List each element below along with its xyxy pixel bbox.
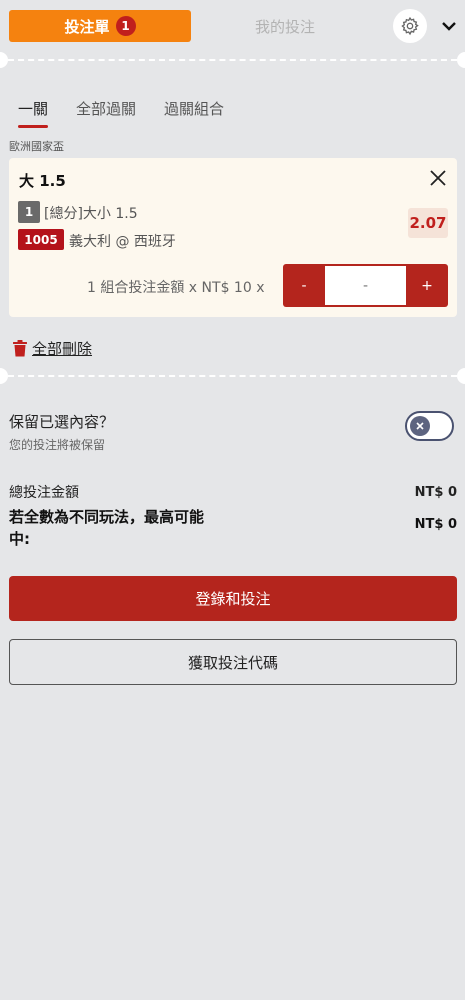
league-name: 歐洲國家盃 <box>9 140 64 153</box>
match-label: 義大利 @ 西班牙 <box>69 234 176 250</box>
betslip-count-badge: 1 <box>115 16 136 36</box>
max-win-value: NT$ 0 <box>414 517 457 532</box>
odds-badge: 2.07 <box>408 208 448 238</box>
match-number-badge: 1005 <box>18 229 64 250</box>
close-icon <box>416 422 424 430</box>
chevron-down-icon <box>442 22 456 31</box>
total-stake-row: 總投注金額 NT$ 0 <box>9 482 457 504</box>
market-number-badge: 1 <box>18 201 40 223</box>
tab-parlay-combo[interactable]: 過關組合 <box>164 98 224 126</box>
collapse-button[interactable] <box>437 14 461 38</box>
bet-card: 大 1.5 1 [總分]大小 1.5 1005 義大利 @ 西班牙 2.07 1… <box>9 158 457 317</box>
tab-all-parlay[interactable]: 全部過關 <box>76 98 136 126</box>
top-bar: 投注單 1 我的投注 <box>0 0 465 52</box>
selection-prefix: 大 <box>19 172 35 190</box>
close-icon <box>430 170 446 186</box>
dashed-divider <box>0 368 465 384</box>
delete-all-button[interactable]: 全部刪除 <box>12 337 92 359</box>
trash-icon <box>13 339 27 356</box>
stake-input[interactable] <box>325 266 406 305</box>
dashed-divider <box>0 52 465 68</box>
total-stake-value: NT$ 0 <box>414 485 457 500</box>
toggle-knob <box>410 416 430 436</box>
total-stake-label: 總投注金額 <box>9 485 79 501</box>
max-win-label: 若全數為不同玩法，最高可能中: <box>9 508 205 548</box>
selection-title: 大 1.5 <box>19 170 66 191</box>
keep-selections-toggle[interactable] <box>405 411 454 441</box>
bet-type-tabs: 一關 全部過關 過關組合 <box>18 98 224 128</box>
stake-increase-button[interactable]: + <box>406 264 448 307</box>
max-win-row: 若全數為不同玩法，最高可能中: NT$ 0 <box>9 506 457 552</box>
stake-label: 1 組合投注金額 x NT$ 10 x <box>87 280 265 296</box>
tab-betslip[interactable]: 投注單 1 <box>9 10 191 42</box>
delete-all-label: 全部刪除 <box>32 339 93 358</box>
stake-decrease-button[interactable]: - <box>283 264 325 307</box>
login-and-bet-button[interactable]: 登錄和投注 <box>9 576 457 621</box>
stake-stepper: - + <box>283 264 448 307</box>
tab-my-bets[interactable]: 我的投注 <box>200 10 370 42</box>
market-label: [總分]大小 1.5 <box>44 206 138 222</box>
totals-section: 總投注金額 NT$ 0 若全數為不同玩法，最高可能中: NT$ 0 <box>9 482 457 552</box>
settings-button[interactable] <box>393 9 427 43</box>
keep-question: 保留已選內容？ <box>9 413 115 431</box>
tab-betslip-label: 投注單 <box>64 17 110 36</box>
get-bet-code-button[interactable]: 獲取投注代碼 <box>9 639 457 685</box>
keep-selections-section: 保留已選內容？ 您的投注將被保留 <box>9 411 114 453</box>
remove-bet-button[interactable] <box>428 168 448 188</box>
tab-single[interactable]: 一關 <box>18 98 49 128</box>
keep-subtext: 您的投注將被保留 <box>9 438 106 452</box>
gear-icon <box>401 16 419 36</box>
selection-line: 1.5 <box>39 172 66 190</box>
